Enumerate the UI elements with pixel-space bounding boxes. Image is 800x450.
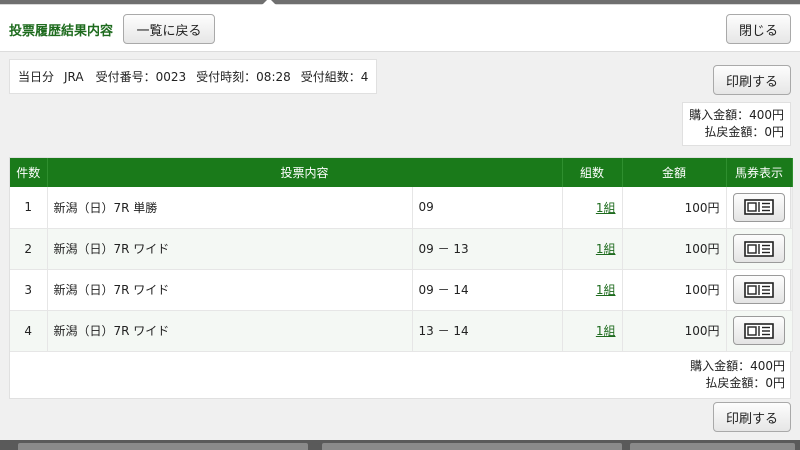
org-label: JRA	[64, 69, 84, 84]
ticket-icon	[744, 281, 774, 298]
row-number: 2	[10, 228, 48, 270]
ticket-view-button[interactable]	[733, 275, 786, 304]
background-tab	[630, 443, 795, 450]
row-amount: 100円	[622, 187, 727, 229]
row-amount: 100円	[622, 228, 727, 270]
row-race: 新潟（日）7R 単勝	[47, 187, 413, 229]
back-to-list-button[interactable]: 一覧に戻る	[123, 14, 215, 44]
refund-amount: 払戻金額：0円	[705, 376, 785, 390]
ticket-view-button[interactable]	[733, 316, 786, 345]
row-ticket-cell	[726, 187, 793, 229]
header-content: 投票内容	[47, 158, 563, 187]
receipt-time: 受付時刻：08:28	[196, 70, 291, 84]
row-combination: 09 － 14	[412, 269, 563, 311]
row-kumi-cell: 1組	[562, 269, 623, 311]
row-combination: 09	[412, 187, 563, 229]
header-count: 件数	[10, 158, 48, 187]
kumi-link[interactable]: 1組	[596, 201, 616, 215]
row-ticket-cell	[726, 269, 793, 311]
purchase-amount: 購入金額：400円	[689, 108, 784, 122]
table-row: 2 新潟（日）7R ワイド 09 － 13 1組 100円	[10, 228, 793, 270]
receipt-info: 当日分 JRA 受付番号：0023 受付時刻：08:28 受付組数：4	[9, 59, 378, 94]
row-amount: 100円	[622, 269, 727, 311]
print-button-top[interactable]: 印刷する	[713, 65, 791, 95]
row-combination: 09 － 13	[412, 228, 563, 270]
row-number: 1	[10, 187, 48, 229]
summary-bottom: 購入金額：400円 払戻金額：0円	[9, 354, 791, 398]
receipt-number: 受付番号：0023	[95, 70, 187, 84]
day-label: 当日分	[18, 70, 55, 84]
receipt-count: 受付組数：4	[300, 70, 369, 84]
ticket-icon	[744, 199, 774, 216]
header-kumi: 組数	[562, 158, 623, 187]
table-row: 3 新潟（日）7R ワイド 09 － 14 1組 100円	[10, 269, 793, 311]
row-kumi-cell: 1組	[562, 310, 623, 352]
table-row: 1 新潟（日）7R 単勝 09 1組 100円	[10, 187, 793, 229]
ticket-icon	[744, 322, 774, 339]
header-ticket: 馬券表示	[726, 158, 793, 187]
row-combination: 13 － 14	[412, 310, 563, 352]
modal-title: 投票履歴結果内容	[9, 24, 114, 39]
result-modal: 投票履歴結果内容 一覧に戻る 閉じる 当日分 JRA 受付番号：0023 受付時…	[0, 0, 800, 440]
ticket-icon	[744, 240, 774, 257]
refund-amount: 払戻金額：0円	[704, 125, 784, 139]
table-header-row: 件数 投票内容 組数 金額 馬券表示	[10, 158, 793, 187]
ticket-view-button[interactable]	[733, 234, 786, 263]
table-row: 4 新潟（日）7R ワイド 13 － 14 1組 100円	[10, 310, 793, 352]
background-tab	[322, 443, 622, 450]
ticket-view-button[interactable]	[733, 192, 786, 222]
row-race: 新潟（日）7R ワイド	[47, 310, 413, 352]
row-race: 新潟（日）7R ワイド	[47, 269, 413, 311]
row-ticket-cell	[726, 310, 793, 352]
background-tab	[18, 443, 308, 450]
header-amount: 金額	[622, 158, 727, 187]
row-number: 3	[10, 269, 48, 311]
print-button-bottom[interactable]: 印刷する	[713, 402, 791, 432]
kumi-link[interactable]: 1組	[596, 324, 616, 338]
kumi-link[interactable]: 1組	[596, 242, 616, 256]
row-race: 新潟（日）7R ワイド	[47, 228, 413, 270]
kumi-link[interactable]: 1組	[596, 283, 616, 297]
bet-table: 件数 投票内容 組数 金額 馬券表示 1 新潟（日）7R 単勝 09 1組 10…	[10, 158, 793, 352]
modal-header: 投票履歴結果内容 一覧に戻る 閉じる	[0, 5, 800, 52]
row-number: 4	[10, 310, 48, 352]
row-kumi-cell: 1組	[562, 187, 623, 229]
row-amount: 100円	[622, 310, 727, 352]
row-kumi-cell: 1組	[562, 228, 623, 270]
close-button[interactable]: 閉じる	[726, 14, 791, 44]
row-ticket-cell	[726, 228, 793, 270]
purchase-amount: 購入金額：400円	[690, 359, 785, 373]
summary-top: 購入金額：400円 払戻金額：0円	[682, 102, 791, 146]
